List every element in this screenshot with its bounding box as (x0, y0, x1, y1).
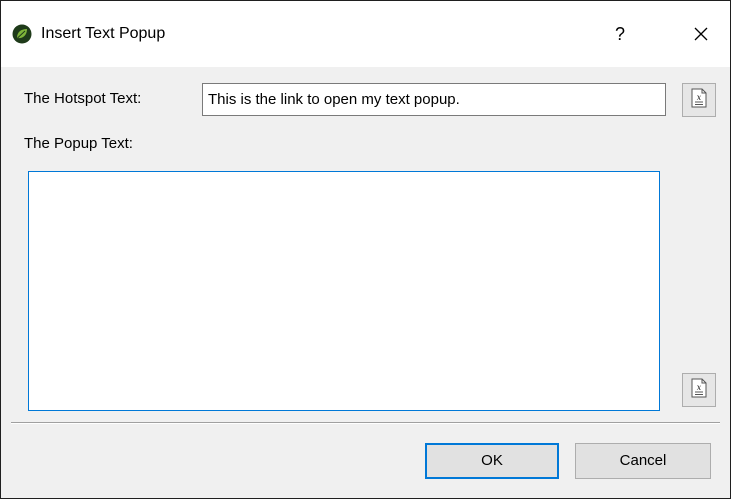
leaf-logo-icon (12, 24, 32, 44)
window-title: Insert Text Popup (41, 25, 166, 42)
svg-text:x: x (697, 383, 702, 392)
insert-variable-icon: x (691, 378, 707, 402)
popup-text-area[interactable] (28, 171, 660, 411)
svg-text:x: x (697, 93, 702, 102)
hotspot-text-input[interactable] (202, 83, 666, 116)
ok-button[interactable]: OK (425, 443, 559, 479)
popup-text-label: The Popup Text: (24, 135, 133, 152)
close-button[interactable] (684, 18, 718, 50)
insert-variable-icon: x (691, 88, 707, 112)
insert-variable-hotspot-button[interactable]: x (682, 83, 716, 117)
footer-divider (11, 422, 720, 424)
help-button[interactable]: ? (605, 18, 635, 50)
insert-variable-popup-button[interactable]: x (682, 373, 716, 407)
close-icon (684, 27, 718, 54)
insert-text-popup-dialog: Insert Text Popup ? The Hotspot Text: x … (0, 0, 731, 499)
title-bar: Insert Text Popup ? (1, 1, 730, 67)
cancel-button[interactable]: Cancel (575, 443, 711, 479)
hotspot-text-label: The Hotspot Text: (24, 90, 142, 107)
